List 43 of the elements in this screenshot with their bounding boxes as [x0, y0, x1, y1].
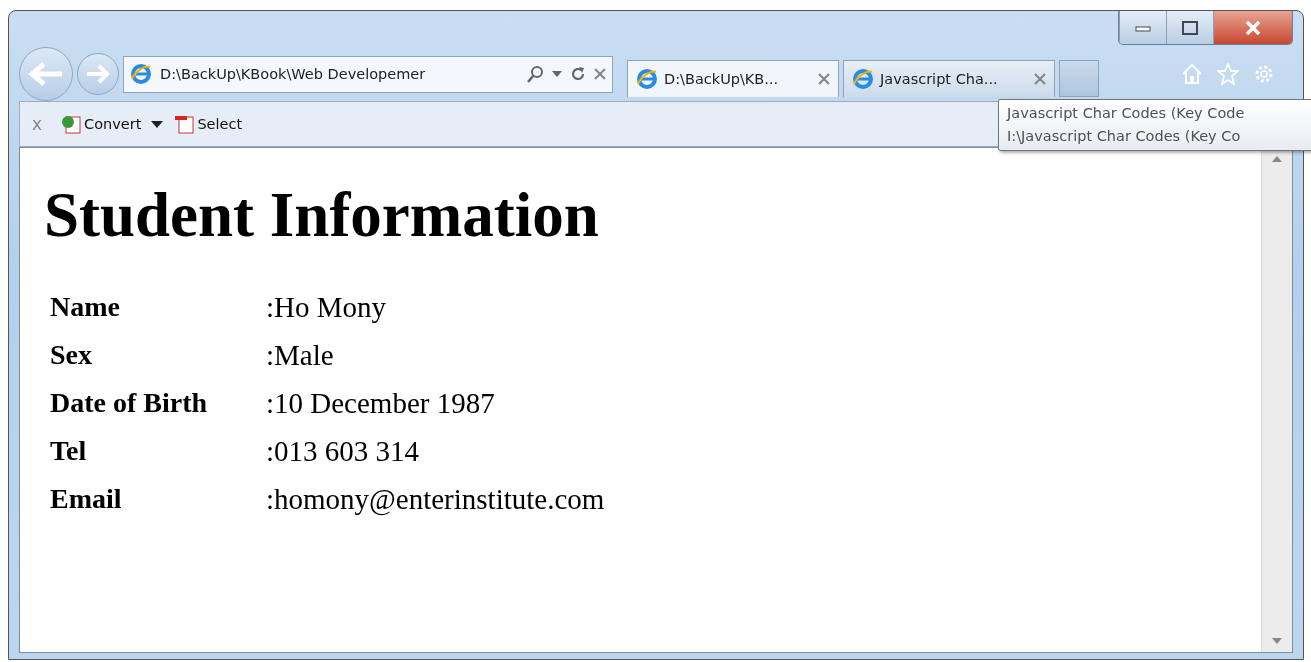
close-tab-icon[interactable] [1034, 72, 1046, 85]
browser-tab[interactable]: Javascript Cha... [843, 59, 1055, 97]
stop-icon[interactable] [594, 68, 606, 80]
tooltip-text: Javascript Char Codes (Key Code [1007, 104, 1246, 123]
scroll-up-icon[interactable] [1272, 156, 1282, 162]
refresh-icon[interactable] [570, 66, 586, 82]
address-bar[interactable]: D:\BackUp\KBook\Web Developemer [123, 55, 613, 93]
forward-button[interactable] [77, 53, 119, 95]
scroll-down-icon[interactable] [1272, 638, 1282, 644]
field-value: :Male [266, 338, 335, 373]
close-button[interactable] [1213, 11, 1292, 44]
page-heading: Student Information [44, 184, 600, 247]
close-tab-icon[interactable] [818, 72, 830, 85]
arrow-left-icon [28, 61, 64, 87]
maximize-icon [1182, 20, 1198, 35]
toolbar-button[interactable]: Select [173, 114, 243, 134]
minimize-icon [1135, 23, 1151, 32]
field-value: :10 December 1987 [266, 386, 496, 421]
star-icon[interactable] [1217, 63, 1239, 85]
arrow-right-icon [85, 64, 111, 84]
search-icon[interactable] [526, 65, 544, 83]
document-icon [173, 114, 196, 134]
browser-tab[interactable]: D:\BackUp\KB... [627, 59, 839, 97]
maximize-button[interactable] [1166, 11, 1213, 44]
new-tab-button[interactable] [1059, 59, 1099, 97]
field-label: Sex [50, 338, 93, 372]
internet-explorer-icon [130, 63, 152, 85]
field-value: :Ho Mony [266, 290, 388, 325]
tooltip-text: I:\Javascript Char Codes (Key Co [1007, 127, 1242, 146]
globe-document-icon [60, 114, 83, 134]
scrollbar[interactable] [1261, 148, 1292, 652]
toolbar-button[interactable]: Convert [60, 114, 142, 134]
internet-explorer-icon [636, 67, 658, 90]
field-label: Name [50, 290, 121, 324]
back-button[interactable] [19, 47, 73, 101]
field-label: Tel [50, 434, 88, 468]
field-value: :013 603 314 [266, 434, 421, 469]
field-value: :homony@enterinstitute.com [266, 482, 605, 518]
field-label: Email [50, 482, 123, 516]
field-label: Date of Birth [50, 386, 209, 420]
close-icon [1244, 20, 1262, 35]
internet-explorer-icon [852, 67, 874, 90]
dropdown-icon[interactable] [151, 120, 164, 128]
